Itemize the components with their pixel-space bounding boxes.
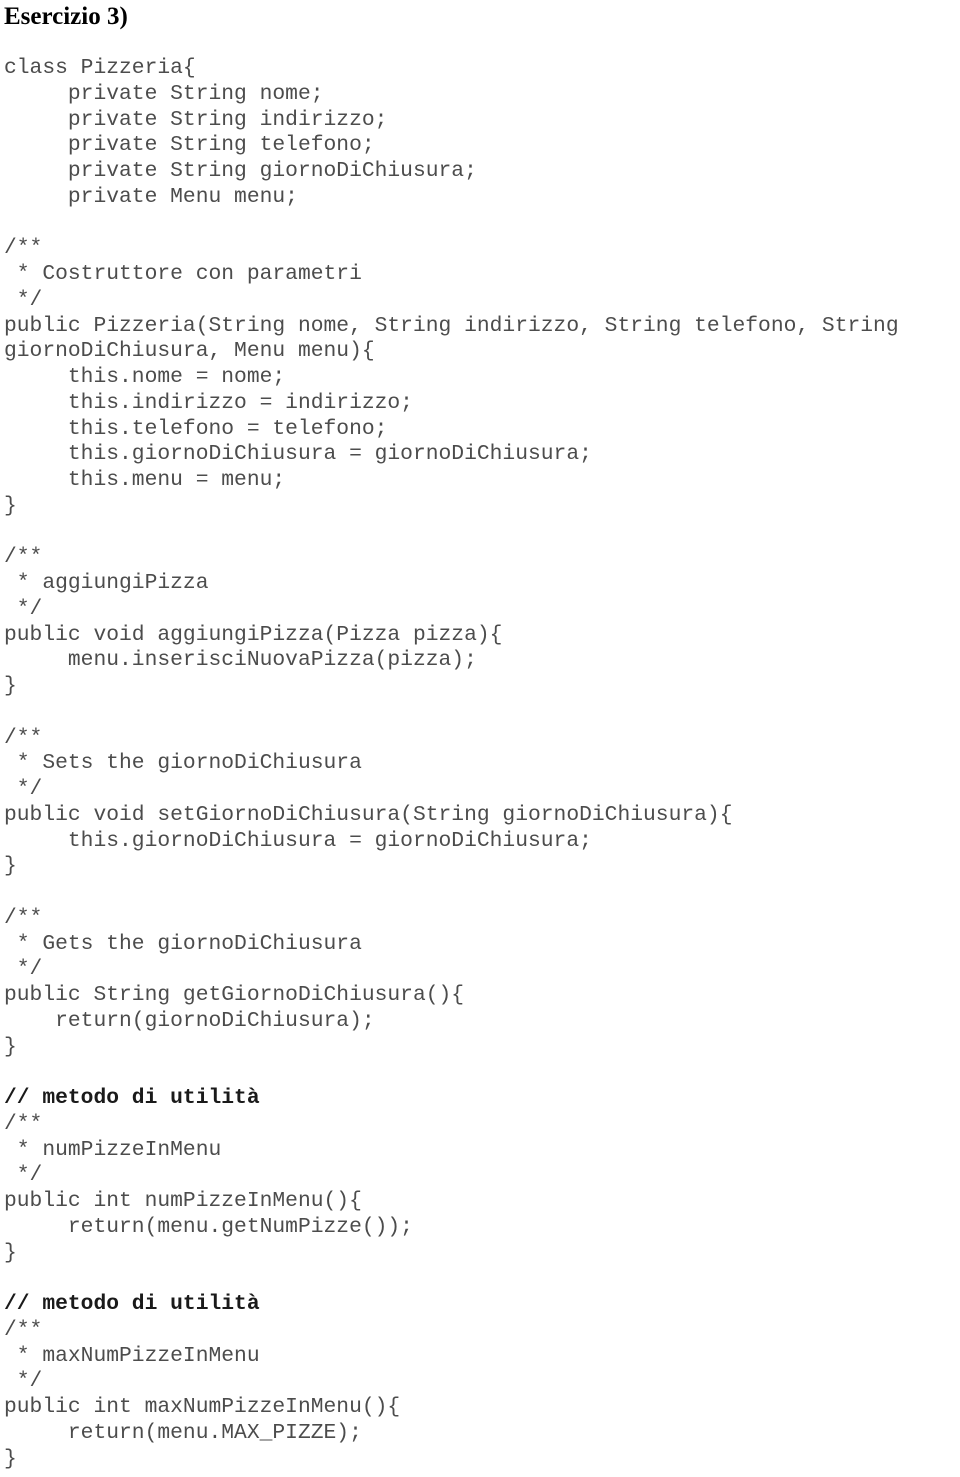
code-line: * numPizzeInMenu <box>4 1137 222 1162</box>
code-line: /** <box>4 725 43 750</box>
code-line: /** <box>4 905 43 930</box>
code-line: */ <box>4 1163 43 1188</box>
code-line: return(giornoDiChiusura); <box>4 1008 375 1033</box>
code-line: return(menu.getNumPizze()); <box>4 1214 413 1239</box>
code-line: this.menu = menu; <box>4 468 286 492</box>
code-line: * maxNumPizzeInMenu <box>4 1343 260 1368</box>
code-line: /** <box>4 545 43 570</box>
java-code-block: class Pizzeria{ private String nome; pri… <box>4 56 960 1472</box>
code-line: public String getGiornoDiChiusura(){ <box>4 983 465 1007</box>
code-line: this.indirizzo = indirizzo; <box>4 390 413 415</box>
code-line: */ <box>4 1369 43 1394</box>
code-line: giornoDiChiusura, Menu menu){ <box>4 339 375 364</box>
code-line: public void setGiornoDiChiusura(String g… <box>4 802 733 827</box>
code-line: this.giornoDiChiusura = giornoDiChiusura… <box>4 828 592 853</box>
code-line: /** <box>4 1317 43 1342</box>
code-line: */ <box>4 287 43 312</box>
code-line: } <box>4 493 17 518</box>
code-line: private Menu menu; <box>4 184 298 209</box>
code-line: return(menu.MAX_PIZZE); <box>4 1420 362 1445</box>
code-line: // metodo di utilità <box>4 1292 260 1316</box>
code-line: private String nome; <box>4 81 324 106</box>
code-line: * Costruttore con parametri <box>4 262 362 286</box>
code-line: class Pizzeria{ <box>4 56 196 80</box>
code-line: } <box>4 1446 17 1471</box>
code-line: // metodo di utilità <box>4 1086 260 1110</box>
code-line: */ <box>4 777 43 801</box>
document-page: Esercizio 3) class Pizzeria{ private Str… <box>0 0 960 1477</box>
code-line: * Gets the giornoDiChiusura <box>4 931 362 956</box>
code-line: /** <box>4 1111 43 1136</box>
code-line: } <box>4 1240 17 1265</box>
code-line: private String giornoDiChiusura; <box>4 159 477 183</box>
page-title: Esercizio 3) <box>4 3 128 30</box>
code-line: } <box>4 854 17 879</box>
code-line: this.giornoDiChiusura = giornoDiChiusura… <box>4 442 592 467</box>
code-line: this.telefono = telefono; <box>4 416 388 441</box>
code-line: menu.inserisciNuovaPizza(pizza); <box>4 648 477 673</box>
code-line: this.nome = nome; <box>4 365 286 389</box>
code-line: public int numPizzeInMenu(){ <box>4 1189 362 1213</box>
code-line: public void aggiungiPizza(Pizza pizza){ <box>4 622 503 647</box>
code-line: private String telefono; <box>4 133 375 158</box>
code-line: public Pizzeria(String nome, String indi… <box>4 313 899 338</box>
code-line: * Sets the giornoDiChiusura <box>4 751 362 776</box>
code-line: } <box>4 1034 17 1059</box>
code-line: */ <box>4 957 43 982</box>
code-line: /** <box>4 236 43 261</box>
code-line: private String indirizzo; <box>4 107 388 132</box>
code-line: public int maxNumPizzeInMenu(){ <box>4 1395 401 1419</box>
code-line: * aggiungiPizza <box>4 571 209 595</box>
code-line: */ <box>4 596 43 621</box>
code-line: } <box>4 674 17 698</box>
